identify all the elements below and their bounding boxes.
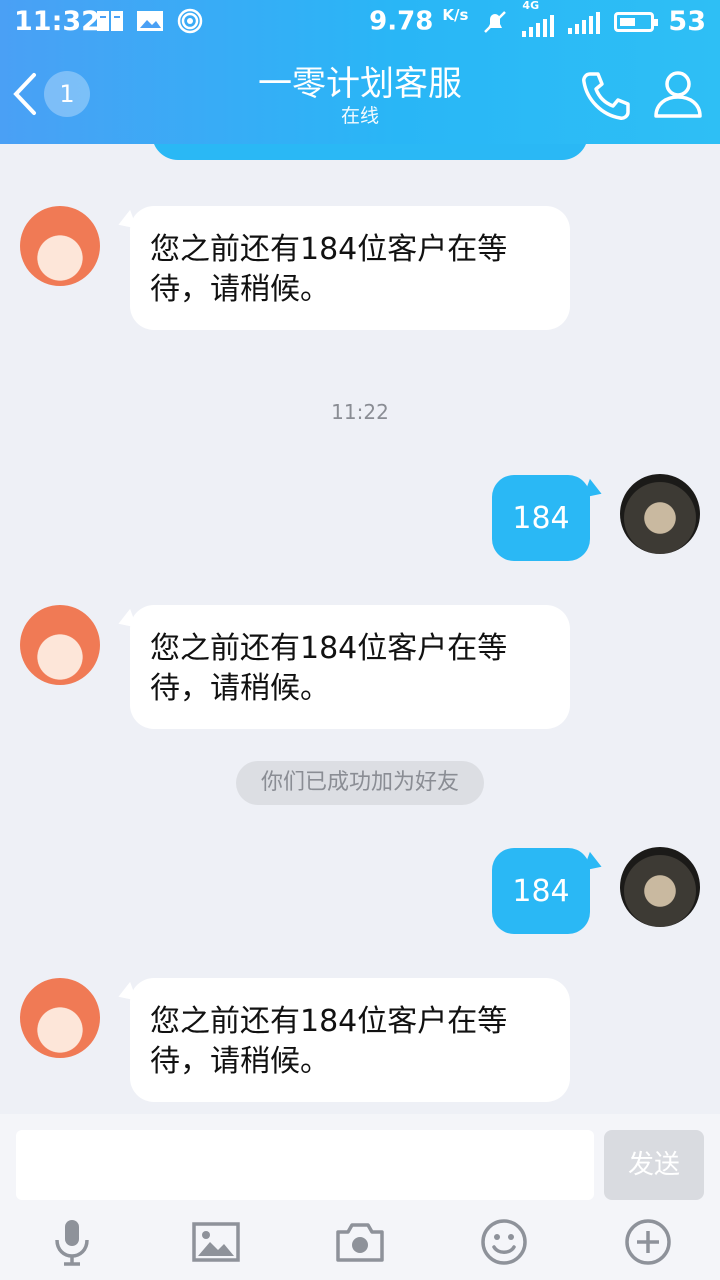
user-avatar[interactable]	[620, 474, 700, 554]
status-right: 9.78 K/s 4G 53	[369, 0, 706, 37]
speed-unit: K/s	[442, 6, 469, 25]
camera-icon[interactable]	[334, 1216, 386, 1268]
incoming-message[interactable]: 您之前还有184位客户在等待，请稍候。	[130, 605, 570, 729]
previous-message-bubble[interactable]	[152, 144, 588, 160]
signal-icon-2	[568, 10, 601, 34]
input-area: 发送	[0, 1114, 720, 1280]
status-time: 11:32	[14, 6, 100, 37]
user-avatar[interactable]	[620, 847, 700, 927]
online-status: 在线	[340, 105, 379, 127]
hotspot-icon	[177, 8, 203, 34]
phone-icon[interactable]	[578, 68, 634, 124]
unread-badge: 1	[44, 71, 90, 117]
profile-icon[interactable]	[650, 66, 706, 122]
microphone-icon[interactable]	[46, 1216, 98, 1268]
agent-avatar[interactable]	[20, 206, 100, 286]
send-button[interactable]: 发送	[604, 1130, 704, 1200]
mute-bell-icon	[484, 10, 507, 33]
chat-area[interactable]: 您之前还有184位客户在等待，请稍候。 11:22 184 您之前还有184位客…	[0, 144, 720, 1114]
message-input[interactable]	[16, 1130, 594, 1200]
signal-icon	[522, 13, 555, 37]
battery-icon	[614, 11, 659, 32]
network-speed: 9.78	[369, 6, 434, 37]
input-toolbar	[0, 1210, 720, 1280]
chevron-left-icon	[13, 73, 36, 115]
plus-icon[interactable]	[622, 1216, 674, 1268]
page-title: 一零计划客服	[258, 64, 462, 104]
back-button[interactable]: 1	[12, 64, 102, 124]
emoji-icon[interactable]	[478, 1216, 530, 1268]
network-type: 4G	[522, 0, 540, 12]
signal-4g: 4G	[522, 0, 555, 37]
agent-avatar[interactable]	[20, 978, 100, 1058]
incoming-message[interactable]: 您之前还有184位客户在等待，请稍候。	[130, 206, 570, 330]
chat-title: 一零计划客服 在线	[160, 64, 560, 128]
nav-bar: 1 一零计划客服 在线	[0, 46, 720, 144]
notification-icons	[96, 8, 204, 34]
incoming-message[interactable]: 您之前还有184位客户在等待，请稍候。	[130, 978, 570, 1102]
status-bar: 11:32 9.78 K/s 4G 53	[0, 0, 720, 46]
image-icon[interactable]	[190, 1216, 242, 1268]
agent-avatar[interactable]	[20, 605, 100, 685]
photo-notification-icon	[137, 11, 163, 31]
outgoing-message[interactable]: 184	[492, 475, 590, 561]
system-notice: 你们已成功加为好友	[236, 761, 484, 805]
battery-percent: 53	[668, 6, 706, 37]
outgoing-message[interactable]: 184	[492, 848, 590, 934]
header-bar: 11:32 9.78 K/s 4G 53 1 一零计划客服 在线	[0, 0, 720, 144]
reader-icon	[97, 11, 123, 31]
message-timestamp: 11:22	[331, 400, 389, 424]
